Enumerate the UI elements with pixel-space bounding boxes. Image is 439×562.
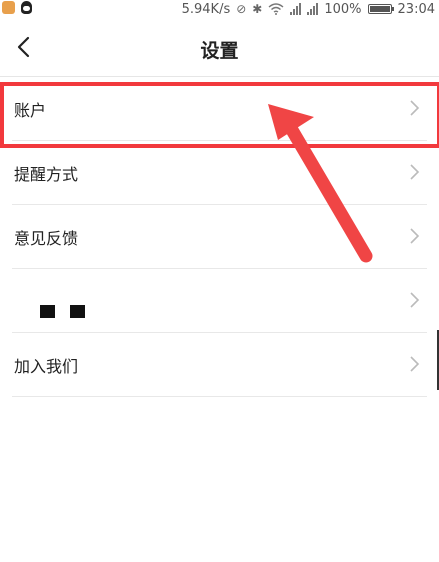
redaction-block bbox=[70, 305, 85, 318]
menu-item-reminder[interactable]: 提醒方式 bbox=[12, 141, 427, 205]
chevron-right-icon bbox=[410, 228, 420, 244]
alarm-icon: ⊘ bbox=[236, 2, 247, 16]
chevron-right-icon bbox=[410, 100, 420, 116]
signal-icon-2 bbox=[307, 3, 319, 15]
app-notification-icon bbox=[2, 1, 15, 14]
clock: 23:04 bbox=[397, 1, 435, 17]
menu-item-join-us[interactable]: 加入我们 bbox=[12, 333, 427, 397]
status-indicators: 5.94K/s ⊘ ✱ 100% 23:04 bbox=[182, 0, 435, 18]
menu-item-feedback[interactable]: 意见反馈 bbox=[12, 205, 427, 269]
battery-percent: 100% bbox=[324, 1, 362, 17]
bluetooth-icon: ✱ bbox=[252, 2, 263, 16]
battery-icon bbox=[367, 4, 394, 14]
qq-icon bbox=[21, 1, 32, 14]
page-title: 设置 bbox=[200, 40, 239, 62]
menu-item-label: 账户 bbox=[14, 101, 47, 120]
menu-item-redacted[interactable] bbox=[12, 269, 427, 333]
chevron-right-icon bbox=[410, 292, 420, 308]
redaction-block bbox=[40, 305, 55, 318]
menu-item-label: 提醒方式 bbox=[14, 165, 79, 184]
menu-item-label: 加入我们 bbox=[14, 357, 79, 376]
network-speed: 5.94K/s bbox=[181, 1, 231, 17]
wifi-icon bbox=[268, 3, 284, 15]
notification-icons bbox=[2, 1, 32, 14]
status-bar: 5.94K/s ⊘ ✱ 100% 23:04 bbox=[0, 0, 439, 18]
menu-item-account[interactable]: 账户 bbox=[12, 77, 427, 141]
chevron-right-icon bbox=[410, 164, 420, 180]
title-bar: 设置 bbox=[0, 18, 439, 77]
settings-list: 账户 提醒方式 意见反馈 加入我们 bbox=[0, 77, 439, 397]
signal-icon bbox=[290, 3, 302, 15]
menu-item-label: 意见反馈 bbox=[14, 229, 79, 248]
chevron-right-icon bbox=[410, 356, 420, 372]
